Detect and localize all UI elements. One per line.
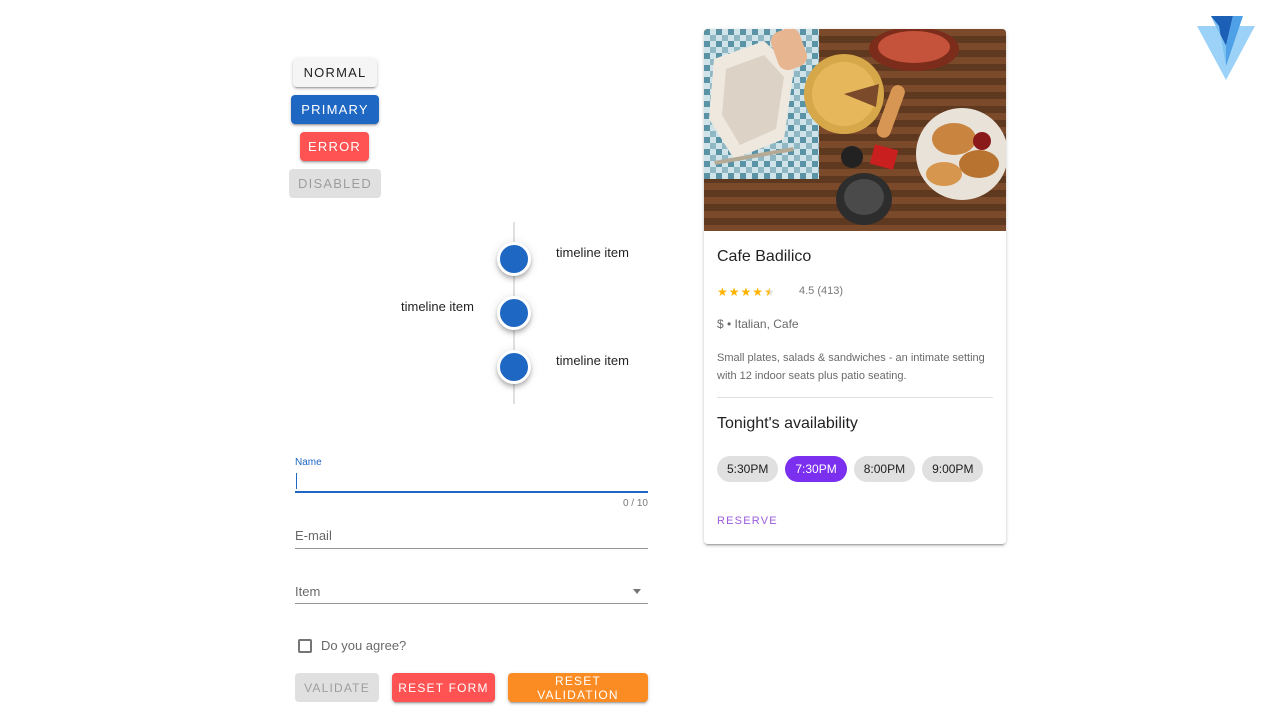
food-photo <box>704 29 1006 231</box>
item-underline <box>295 603 648 604</box>
timeline-item-text: timeline item <box>556 353 629 368</box>
star-half-icon[interactable]: ★ <box>764 285 775 299</box>
name-field: Name 0 / 10 <box>295 457 648 513</box>
agree-label[interactable]: Do you agree? <box>321 638 406 653</box>
rating-stars[interactable]: ★ ★ ★ ★ ★ <box>717 285 775 299</box>
availability-title: Tonight's availability <box>717 415 858 432</box>
normal-button[interactable]: NORMAL <box>293 58 377 87</box>
email-input[interactable] <box>295 526 648 546</box>
name-counter: 0 / 10 <box>622 498 648 509</box>
reset-form-button[interactable]: RESET FORM <box>392 673 495 702</box>
error-button[interactable]: ERROR <box>300 132 369 161</box>
rating-text: 4.5 (413) <box>799 285 844 297</box>
time-chips: 5:30PM 7:30PM 8:00PM 9:00PM <box>717 456 984 482</box>
card-divider <box>717 397 993 398</box>
item-label: Item <box>295 584 321 599</box>
disabled-button: DISABLED <box>289 169 381 198</box>
timeline-item-text: timeline item <box>401 299 474 314</box>
text-caret <box>296 473 297 489</box>
star-icon[interactable]: ★ <box>752 285 763 299</box>
restaurant-card: Cafe Badilico ★ ★ ★ ★ ★ 4.5 (413) $ • It… <box>704 29 1006 544</box>
card-description: Small plates, salads & sandwiches - an i… <box>717 352 985 382</box>
time-chip[interactable]: 9:00PM <box>922 456 984 482</box>
email-underline <box>295 548 648 549</box>
primary-button[interactable]: PRIMARY <box>291 95 379 124</box>
card-title: Cafe Badilico <box>717 248 812 265</box>
timeline-dot <box>497 296 531 330</box>
name-underline <box>295 491 648 493</box>
star-icon[interactable]: ★ <box>717 285 728 299</box>
agree-checkbox[interactable] <box>298 639 312 653</box>
reserve-button[interactable]: RESERVE <box>717 515 778 527</box>
timeline-item-text: timeline item <box>556 245 629 260</box>
name-input[interactable] <box>295 472 648 492</box>
time-chip-selected[interactable]: 7:30PM <box>785 456 847 482</box>
email-field[interactable]: E-mail <box>295 526 648 550</box>
star-icon[interactable]: ★ <box>741 285 752 299</box>
timeline-dot <box>497 350 531 384</box>
item-select[interactable]: Item <box>295 582 648 606</box>
reset-validation-button[interactable]: RESET VALIDATION <box>508 673 648 702</box>
card-meta: $ • Italian, Cafe <box>717 317 799 331</box>
timeline-dot <box>497 242 531 276</box>
time-chip[interactable]: 8:00PM <box>853 456 916 482</box>
caret-down-icon[interactable] <box>633 589 641 594</box>
validate-button: VALIDATE <box>295 673 379 702</box>
time-chip[interactable]: 5:30PM <box>717 456 779 482</box>
vuetify-logo-icon <box>1197 16 1255 80</box>
star-icon[interactable]: ★ <box>729 285 740 299</box>
name-label: Name <box>295 457 322 468</box>
